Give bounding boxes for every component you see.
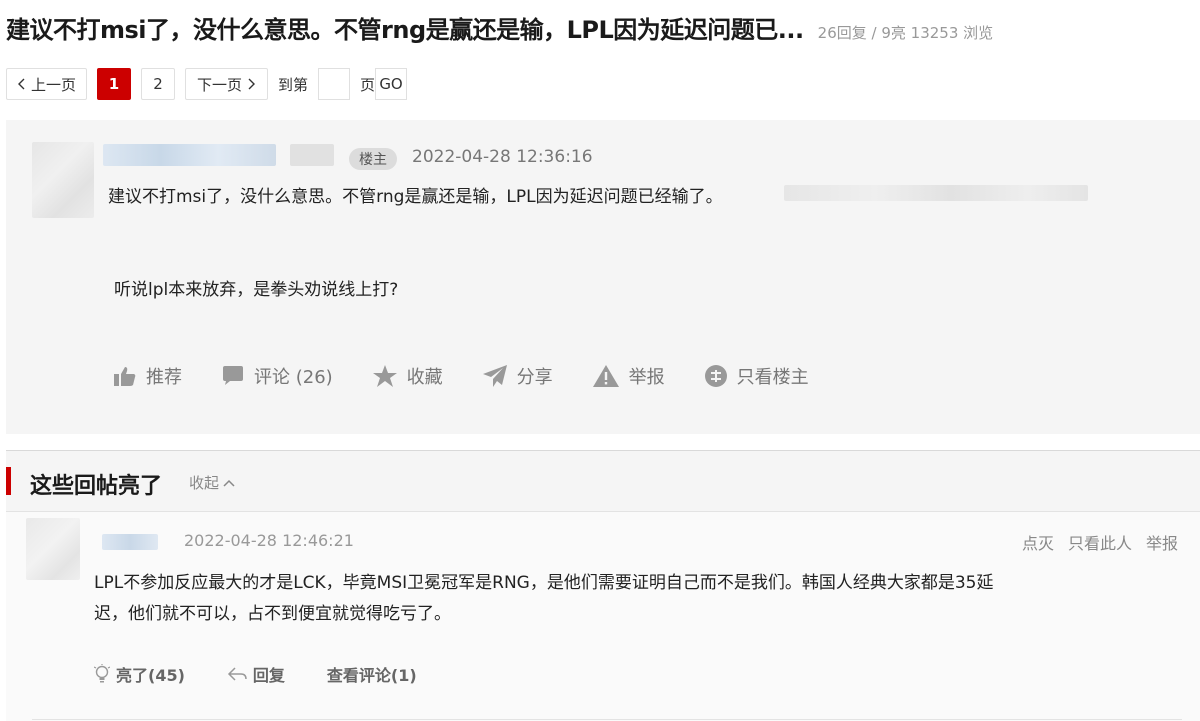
light-button[interactable]: 亮了(45): [94, 662, 185, 686]
reply-text: LPL不参加反应最大的才是LCK，毕竟MSI卫冕冠军是RNG，是他们需要证明自己…: [94, 573, 994, 624]
report-label: 举报: [628, 367, 665, 388]
reply-arrow-icon: [227, 667, 247, 681]
page-2-button[interactable]: 2: [141, 68, 175, 100]
chevron-right-icon: [248, 78, 255, 90]
comment-icon: [223, 366, 243, 385]
reply-author-blurred[interactable]: [102, 534, 158, 550]
light-label: 亮了(45): [116, 666, 185, 685]
post-time: 2022-04-28 12:36:16: [412, 147, 593, 167]
op-only-icon: [704, 365, 727, 387]
reply-button[interactable]: 回复: [227, 662, 285, 686]
avatar[interactable]: [32, 142, 94, 218]
author-meta-blurred: [290, 144, 334, 166]
highlighted-replies-section: 这些回帖亮了 收起 2022-04-28 12:46:21 点灭 只看此人 举报…: [6, 450, 1200, 721]
op-only-button[interactable]: 只看楼主: [704, 363, 809, 389]
op-badge: 楼主: [349, 148, 397, 170]
view-comments-label: 查看评论(1): [326, 666, 417, 685]
goto-suffix: 页: [360, 75, 376, 94]
reply-time: 2022-04-28 12:46:21: [184, 531, 354, 550]
pagination: 上一页 1 2 下一页 到第 页 GO: [6, 68, 408, 100]
page-1-button[interactable]: 1: [97, 68, 131, 100]
recommend-label: 推荐: [146, 367, 182, 388]
chevron-left-icon: [17, 78, 25, 90]
section-title: 这些回帖亮了: [30, 474, 163, 499]
view-comments-button[interactable]: 查看评论(1): [327, 662, 417, 686]
op-only-label: 只看楼主: [736, 367, 809, 388]
only-this-user-link[interactable]: 只看此人: [1068, 530, 1132, 554]
thread-header: 建议不打msi了，没什么意思。不管rng是赢还是输，LPL因为延迟问题已... …: [6, 10, 1196, 44]
goto-page-input[interactable]: [318, 68, 351, 100]
chevron-up-icon: [223, 479, 235, 487]
main-post: 楼主 2022-04-28 12:36:16 建议不打msi了，没什么意思。不管…: [6, 120, 1200, 434]
reply-avatar[interactable]: [26, 518, 80, 580]
thread-title: 建议不打msi了，没什么意思。不管rng是赢还是输，LPL因为延迟问题已...: [6, 16, 804, 44]
reply-label: 回复: [252, 666, 285, 685]
reply-ops: 点灭 只看此人 举报: [1008, 530, 1178, 554]
favorite-button[interactable]: 收藏: [372, 363, 443, 389]
thread-stats: 26回复 / 9亮 13253 浏览: [817, 24, 994, 42]
share-label: 分享: [516, 367, 553, 388]
share-icon: [482, 365, 507, 387]
comment-label: 评论 (26): [254, 367, 333, 388]
next-page-button[interactable]: 下一页: [185, 68, 268, 100]
recommend-button[interactable]: 推荐: [114, 363, 182, 389]
share-button[interactable]: 分享: [482, 363, 553, 389]
next-page-label: 下一页: [196, 75, 242, 94]
dislike-link[interactable]: 点灭: [1022, 530, 1054, 554]
prev-page-label: 上一页: [30, 75, 76, 94]
go-button[interactable]: GO: [375, 68, 408, 100]
post-content-blurred: [784, 185, 1088, 201]
goto-prefix: 到第: [278, 75, 309, 94]
collapse-label: 收起: [189, 474, 220, 492]
reply-item: 2022-04-28 12:46:21 点灭 只看此人 举报 LPL不参加反应最…: [6, 511, 1200, 721]
section-header: 这些回帖亮了 收起: [6, 451, 1200, 511]
thumbs-up-icon: [114, 367, 136, 386]
report-button[interactable]: 举报: [592, 363, 665, 389]
favorite-label: 收藏: [406, 367, 443, 388]
post-actions: 推荐 评论 (26) 收藏 分享 举报 只看楼主: [114, 361, 849, 391]
post-content-line1: 建议不打msi了，没什么意思。不管rng是赢还是输，LPL因为延迟问题已经输了。: [108, 187, 723, 207]
comment-button[interactable]: 评论 (26): [222, 363, 333, 389]
section-accent-bar: [6, 467, 11, 495]
reply-actions: 亮了(45) 回复 查看评论(1): [94, 662, 459, 686]
collapse-button[interactable]: 收起: [189, 472, 235, 493]
lightbulb-icon: [94, 664, 110, 683]
star-icon: [372, 365, 397, 387]
warning-icon: [592, 365, 619, 387]
prev-page-button[interactable]: 上一页: [6, 68, 87, 100]
divider: [32, 719, 1182, 720]
post-content-line2: 听说lpl本来放弃，是拳头劝说线上打?: [114, 280, 399, 300]
author-name-blurred[interactable]: [103, 144, 276, 166]
reply-report-link[interactable]: 举报: [1146, 530, 1178, 554]
